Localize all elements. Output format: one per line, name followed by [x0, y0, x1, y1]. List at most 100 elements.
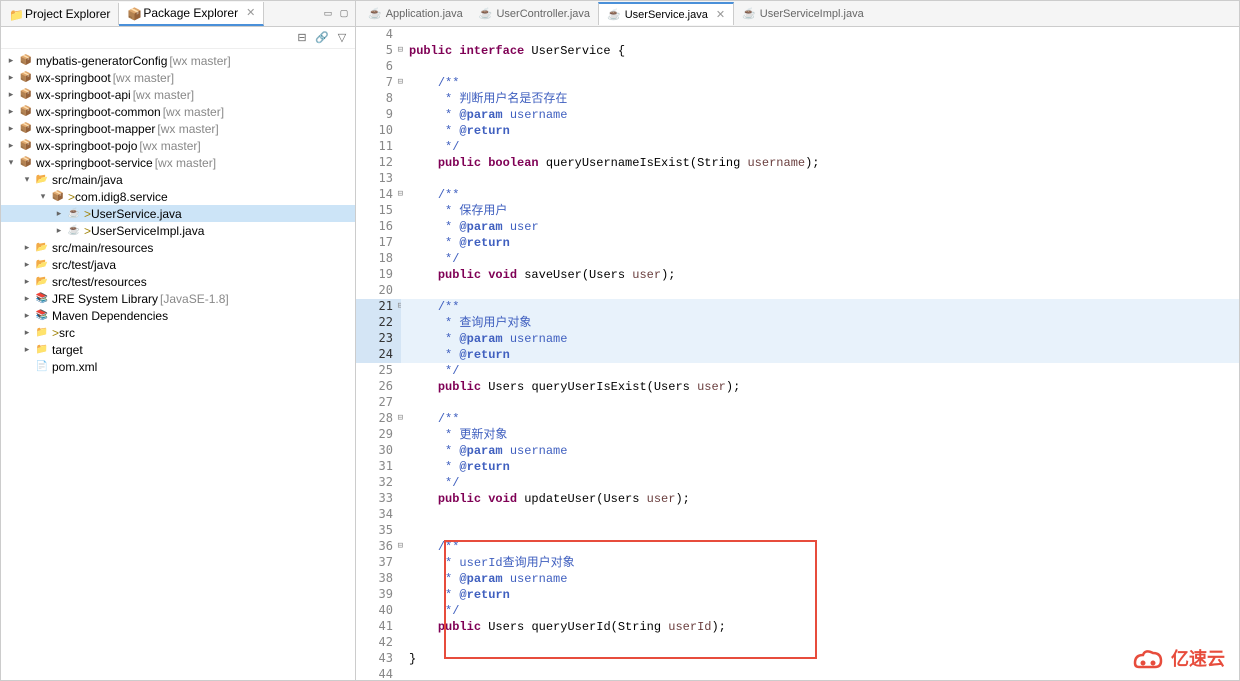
expand-icon[interactable]: ▸: [21, 293, 33, 305]
gutter-line: 8: [356, 91, 401, 107]
code-line[interactable]: */: [401, 363, 1239, 379]
code-line[interactable]: [401, 283, 1239, 299]
tree-item-src-main-resources[interactable]: ▸📂src/main/resources: [1, 239, 355, 256]
code-editor[interactable]: 4567891011121314151617181920212223242526…: [356, 27, 1239, 680]
code-line[interactable]: * @param username: [401, 107, 1239, 123]
code-line[interactable]: * @return: [401, 459, 1239, 475]
code-line[interactable]: * 更新对象: [401, 427, 1239, 443]
code-line[interactable]: * userId查询用户对象: [401, 555, 1239, 571]
tree-item-pom-xml[interactable]: 📄pom.xml: [1, 358, 355, 375]
java-file-icon: ☕: [479, 7, 493, 20]
expand-icon[interactable]: ▸: [21, 259, 33, 271]
tree-item-wx-springboot[interactable]: ▸📦wx-springboot [wx master]: [1, 69, 355, 86]
code-line[interactable]: public boolean queryUsernameIsExist(Stri…: [401, 155, 1239, 171]
expand-icon[interactable]: ▸: [21, 344, 33, 356]
tree-item-src-main-java[interactable]: ▾📂src/main/java: [1, 171, 355, 188]
tree-item-src-test-java[interactable]: ▸📂src/test/java: [1, 256, 355, 273]
code-line[interactable]: * @return: [401, 347, 1239, 363]
code-line[interactable]: * @return: [401, 235, 1239, 251]
code-line[interactable]: */: [401, 475, 1239, 491]
tree-item-target[interactable]: ▸📁target: [1, 341, 355, 358]
editor-tab-userservice-java[interactable]: ☕UserService.java✕: [598, 2, 734, 25]
code-line[interactable]: */: [401, 603, 1239, 619]
expand-icon[interactable]: [21, 361, 33, 373]
close-icon[interactable]: ✕: [716, 8, 725, 21]
link-editor-icon[interactable]: 🔗: [315, 31, 329, 45]
tab-package-explorer[interactable]: 📦 Package Explorer ✕: [119, 2, 264, 26]
code-line[interactable]: * @param username: [401, 331, 1239, 347]
tree-item-wx-springboot-mapper[interactable]: ▸📦wx-springboot-mapper [wx master]: [1, 120, 355, 137]
tree-item-mybatis-generatorconfig[interactable]: ▸📦mybatis-generatorConfig [wx master]: [1, 52, 355, 69]
tab-project-explorer[interactable]: 📁 Project Explorer: [1, 3, 119, 25]
expand-icon[interactable]: ▸: [5, 72, 17, 84]
code-line[interactable]: }: [401, 651, 1239, 667]
expand-icon[interactable]: ▸: [21, 327, 33, 339]
editor-tab-userserviceimpl-java[interactable]: ☕UserServiceImpl.java: [734, 3, 872, 24]
code-line[interactable]: [401, 395, 1239, 411]
code-line[interactable]: * @param user: [401, 219, 1239, 235]
maximize-icon[interactable]: ▢: [337, 7, 351, 21]
tree-item-com-idig8-service[interactable]: ▾📦> com.idig8.service: [1, 188, 355, 205]
gutter-line: 19: [356, 267, 401, 283]
code-line[interactable]: [401, 635, 1239, 651]
code-line[interactable]: [401, 667, 1239, 680]
code-line[interactable]: * @param username: [401, 571, 1239, 587]
expand-icon[interactable]: ▸: [5, 140, 17, 152]
expand-icon[interactable]: ▸: [53, 208, 65, 220]
expand-icon[interactable]: ▸: [21, 276, 33, 288]
tree-item-maven-dependencies[interactable]: ▸📚Maven Dependencies: [1, 307, 355, 324]
tree-item-wx-springboot-common[interactable]: ▸📦wx-springboot-common [wx master]: [1, 103, 355, 120]
code-line[interactable]: [401, 523, 1239, 539]
code-line[interactable]: public Users queryUserIsExist(Users user…: [401, 379, 1239, 395]
expand-icon[interactable]: ▸: [5, 123, 17, 135]
tree-item-userserviceimpl-java[interactable]: ▸☕> UserServiceImpl.java: [1, 222, 355, 239]
code-line[interactable]: * @param username: [401, 443, 1239, 459]
expand-icon[interactable]: ▸: [21, 310, 33, 322]
expand-icon[interactable]: ▾: [21, 174, 33, 186]
tree-item-wx-springboot-pojo[interactable]: ▸📦wx-springboot-pojo [wx master]: [1, 137, 355, 154]
code-line[interactable]: [401, 507, 1239, 523]
tree-item-src[interactable]: ▸📁> src: [1, 324, 355, 341]
code-body[interactable]: public interface UserService { /** * 判断用…: [401, 27, 1239, 680]
tree-item-src-test-resources[interactable]: ▸📂src/test/resources: [1, 273, 355, 290]
expand-icon[interactable]: ▾: [37, 191, 49, 203]
tree-item-wx-springboot-service[interactable]: ▾📦wx-springboot-service [wx master]: [1, 154, 355, 171]
collapse-all-icon[interactable]: ⊟: [295, 31, 309, 45]
tree-label: src: [59, 326, 75, 340]
editor-tab-usercontroller-java[interactable]: ☕UserController.java: [471, 3, 598, 24]
view-menu-icon[interactable]: ▽: [335, 31, 349, 45]
code-line[interactable]: [401, 27, 1239, 43]
code-line[interactable]: /**: [401, 411, 1239, 427]
code-line[interactable]: * 保存用户: [401, 203, 1239, 219]
expand-icon[interactable]: ▸: [21, 242, 33, 254]
code-line[interactable]: /**: [401, 539, 1239, 555]
code-line[interactable]: public void saveUser(Users user);: [401, 267, 1239, 283]
code-line[interactable]: [401, 171, 1239, 187]
code-line[interactable]: */: [401, 139, 1239, 155]
expand-icon[interactable]: ▸: [5, 55, 17, 67]
code-line[interactable]: /**: [401, 187, 1239, 203]
expand-icon[interactable]: ▸: [5, 106, 17, 118]
code-line[interactable]: * 判断用户名是否存在: [401, 91, 1239, 107]
code-line[interactable]: public void updateUser(Users user);: [401, 491, 1239, 507]
project-tree[interactable]: ▸📦mybatis-generatorConfig [wx master]▸📦w…: [1, 49, 355, 680]
expand-icon[interactable]: ▾: [5, 157, 17, 169]
folder-icon: 📁: [9, 8, 21, 20]
minimize-icon[interactable]: ▭: [321, 7, 335, 21]
tree-item-userservice-java[interactable]: ▸☕> UserService.java: [1, 205, 355, 222]
code-line[interactable]: * 查询用户对象: [401, 315, 1239, 331]
code-line[interactable]: /**: [401, 75, 1239, 91]
code-line[interactable]: */: [401, 251, 1239, 267]
code-line[interactable]: * @return: [401, 587, 1239, 603]
code-line[interactable]: * @return: [401, 123, 1239, 139]
tree-item-wx-springboot-api[interactable]: ▸📦wx-springboot-api [wx master]: [1, 86, 355, 103]
expand-icon[interactable]: ▸: [53, 225, 65, 237]
tree-item-jre-system-library[interactable]: ▸📚JRE System Library [JavaSE-1.8]: [1, 290, 355, 307]
code-line[interactable]: /**: [401, 299, 1239, 315]
code-line[interactable]: [401, 59, 1239, 75]
code-line[interactable]: public Users queryUserId(String userId);: [401, 619, 1239, 635]
code-line[interactable]: public interface UserService {: [401, 43, 1239, 59]
editor-tab-application-java[interactable]: ☕Application.java: [360, 3, 471, 24]
expand-icon[interactable]: ▸: [5, 89, 17, 101]
close-icon[interactable]: ✕: [246, 6, 255, 19]
